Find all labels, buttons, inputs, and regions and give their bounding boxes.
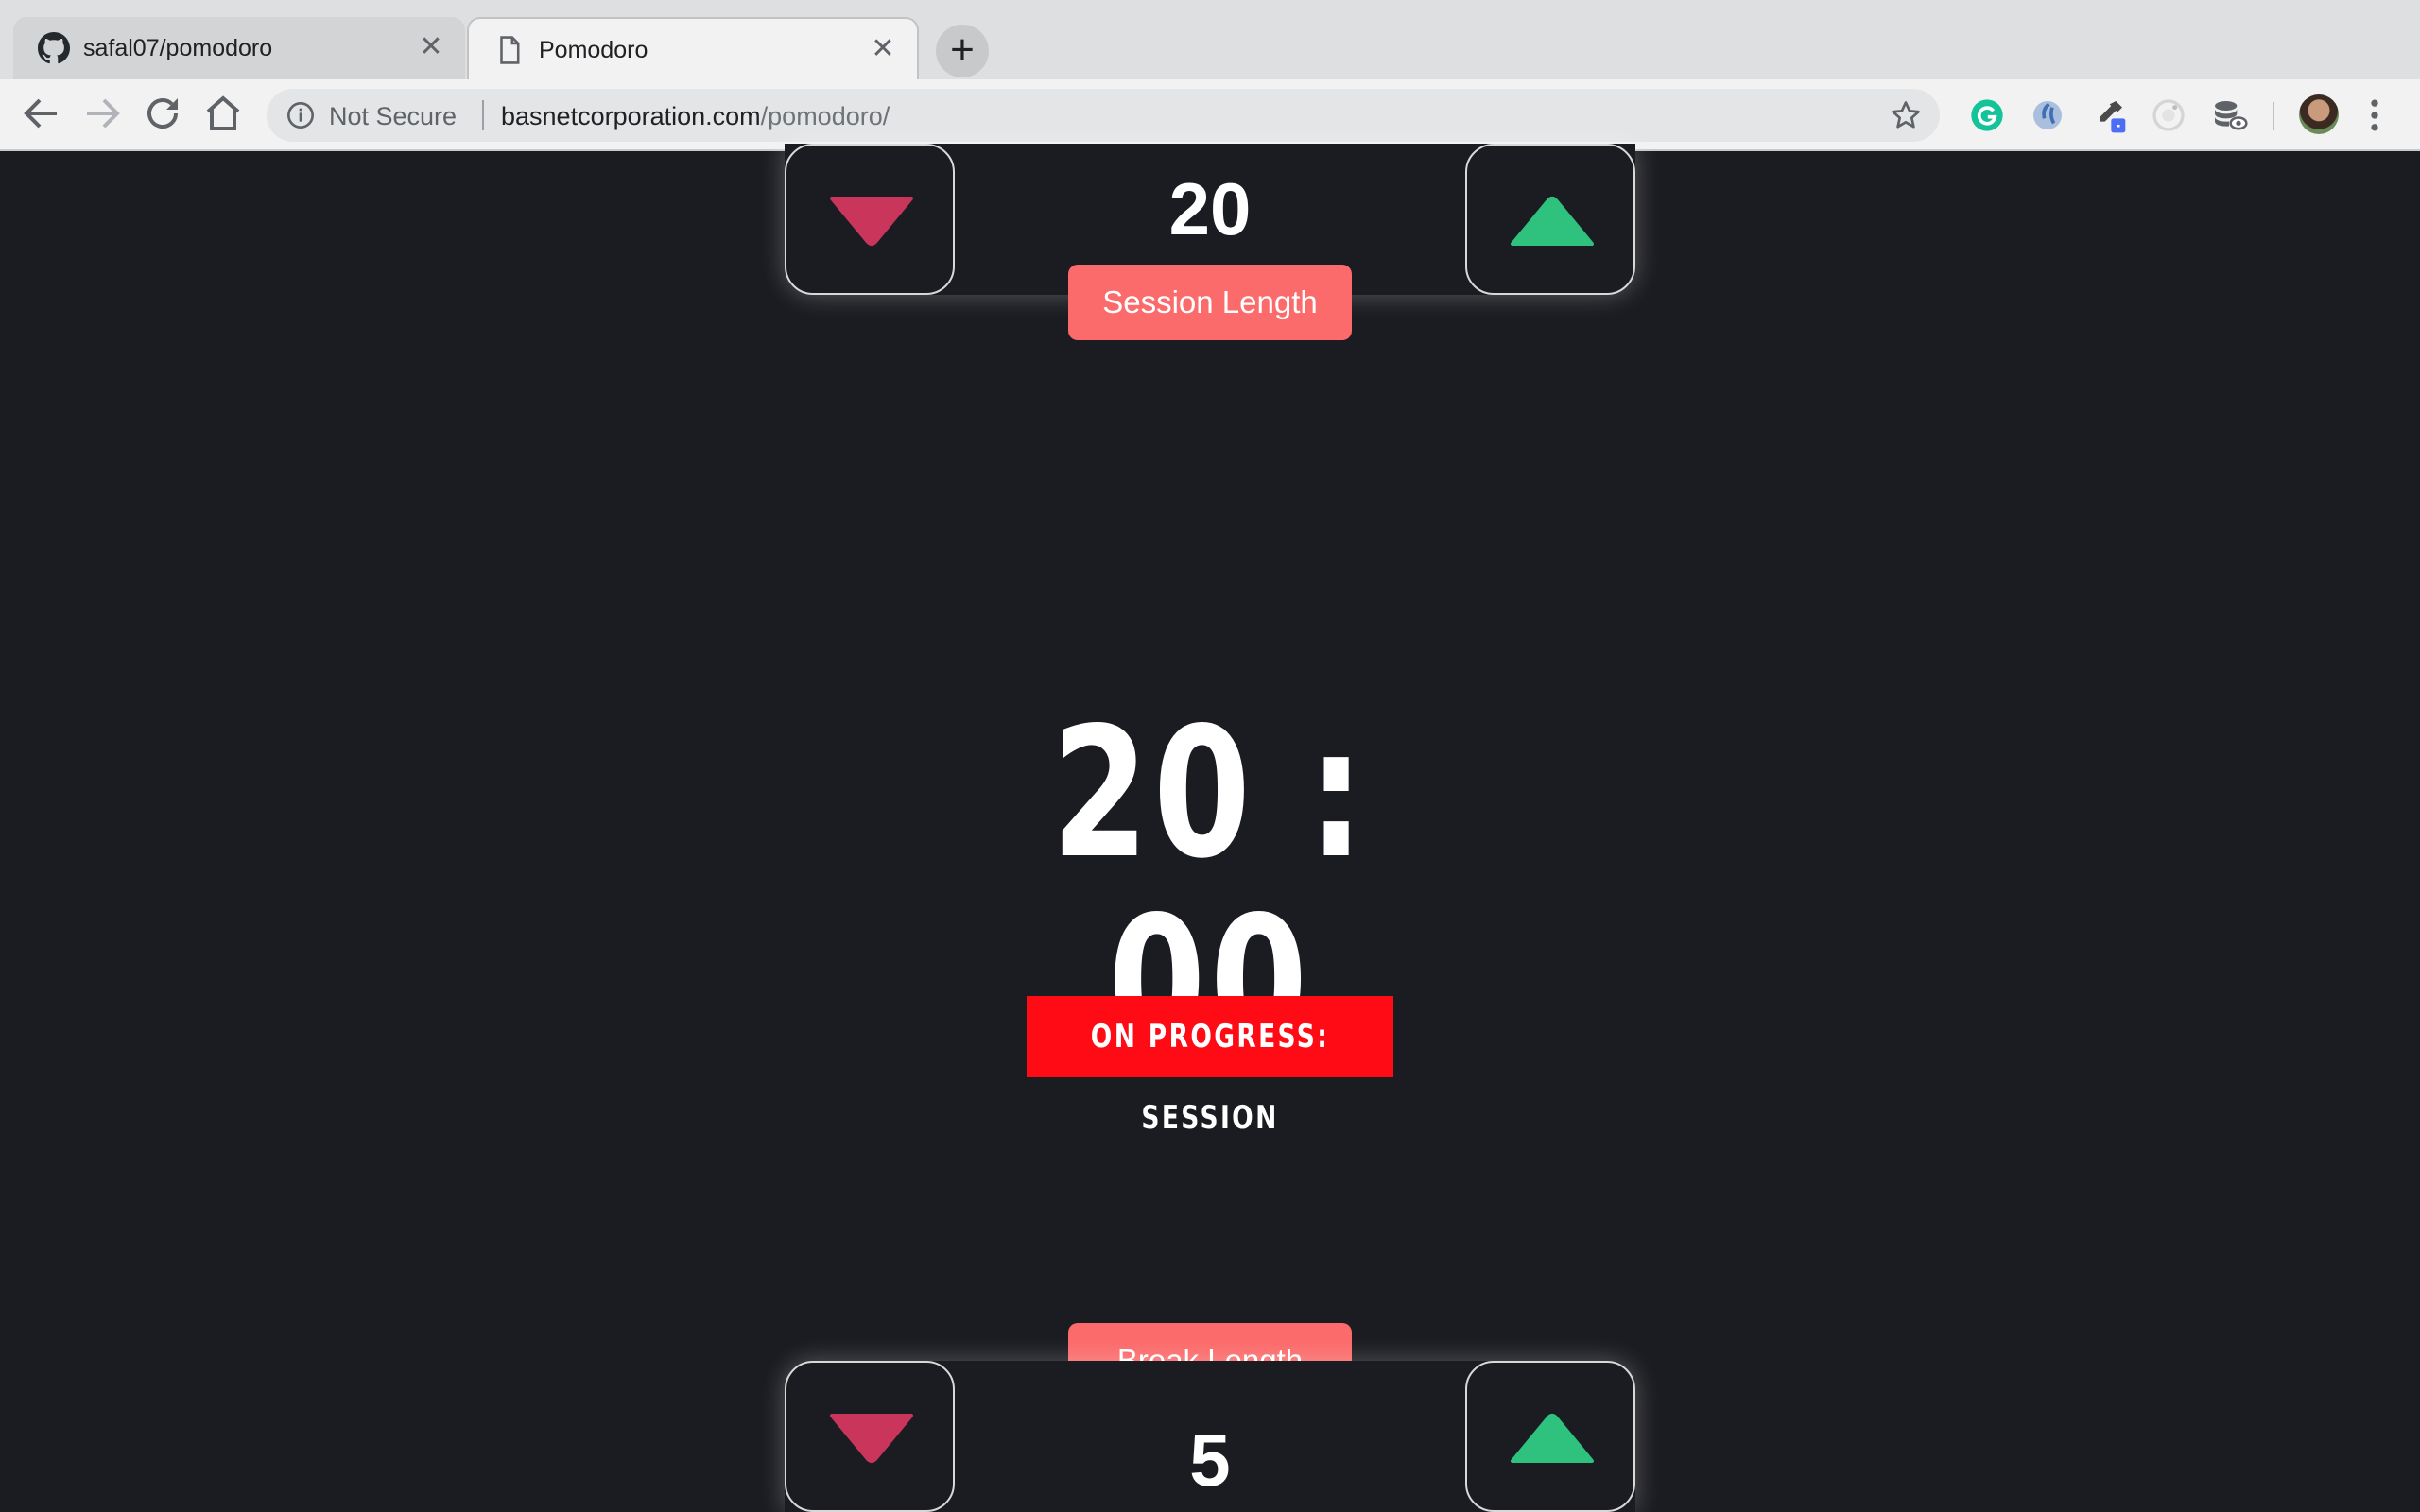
address-separator xyxy=(482,100,484,130)
break-increment-button[interactable] xyxy=(1465,1361,1635,1512)
close-icon[interactable]: ✕ xyxy=(414,30,448,64)
tab-strip: safal07/pomodoro ✕ Pomodoro ✕ + xyxy=(0,0,2420,79)
close-icon[interactable]: ✕ xyxy=(866,32,900,66)
back-arrow-icon[interactable] xyxy=(19,91,64,136)
home-icon[interactable] xyxy=(200,91,246,136)
security-label: Not Secure xyxy=(329,102,458,130)
triangle-down-icon xyxy=(830,1414,913,1463)
session-increment-button[interactable] xyxy=(1465,144,1635,295)
pomodoro-page: 20 Session Length 20 : 00 ON PROGRESS: S… xyxy=(0,144,2420,1512)
break-decrement-button[interactable] xyxy=(785,1361,955,1512)
browser-chrome: safal07/pomodoro ✕ Pomodoro ✕ + Not Secu… xyxy=(0,0,2420,151)
forward-arrow-icon[interactable] xyxy=(79,91,125,136)
kebab-menu-icon[interactable] xyxy=(2363,94,2386,136)
break-control: 5 xyxy=(785,1361,1635,1512)
triangle-up-icon xyxy=(1511,1414,1594,1463)
status-badge: ON PROGRESS: SESSION xyxy=(1027,996,1393,1137)
github-icon xyxy=(38,32,70,64)
break-length-value: 5 xyxy=(1189,1418,1231,1502)
url-path: /pomodoro/ xyxy=(760,102,890,130)
address-bar[interactable]: Not Secure basnetcorporation.com/pomodor… xyxy=(267,89,1940,142)
status-text: ON PROGRESS: SESSION xyxy=(1090,1018,1330,1137)
avatar[interactable] xyxy=(2299,94,2339,134)
triangle-up-icon xyxy=(1511,197,1594,246)
session-length-value: 20 xyxy=(1168,167,1252,250)
new-tab-button[interactable]: + xyxy=(936,25,989,77)
session-decrement-button[interactable] xyxy=(785,144,955,295)
triangle-down-icon xyxy=(830,197,913,246)
reload-icon[interactable] xyxy=(140,91,185,136)
eyedropper-icon[interactable] xyxy=(2089,96,2127,134)
spinner-icon[interactable] xyxy=(2150,96,2187,134)
session-length-label: Session Length xyxy=(1068,265,1352,340)
bookmark-star-icon[interactable] xyxy=(1889,98,1923,132)
tab-github[interactable]: safal07/pomodoro ✕ xyxy=(13,17,465,79)
grammarly-icon[interactable] xyxy=(1968,96,2006,134)
tab-label: safal07/pomodoro xyxy=(83,35,273,61)
url-text[interactable]: basnetcorporation.com/pomodoro/ xyxy=(501,102,890,131)
tab-label: Pomodoro xyxy=(539,37,648,63)
document-icon xyxy=(500,36,520,64)
info-icon[interactable] xyxy=(285,100,316,130)
extension-blue-icon[interactable] xyxy=(2029,96,2066,134)
browser-toolbar: Not Secure basnetcorporation.com/pomodor… xyxy=(0,79,2420,151)
database-eye-icon[interactable] xyxy=(2210,96,2248,134)
toolbar-separator xyxy=(2273,102,2274,130)
tab-pomodoro[interactable]: Pomodoro ✕ xyxy=(467,17,919,79)
url-domain: basnetcorporation.com xyxy=(501,102,761,130)
